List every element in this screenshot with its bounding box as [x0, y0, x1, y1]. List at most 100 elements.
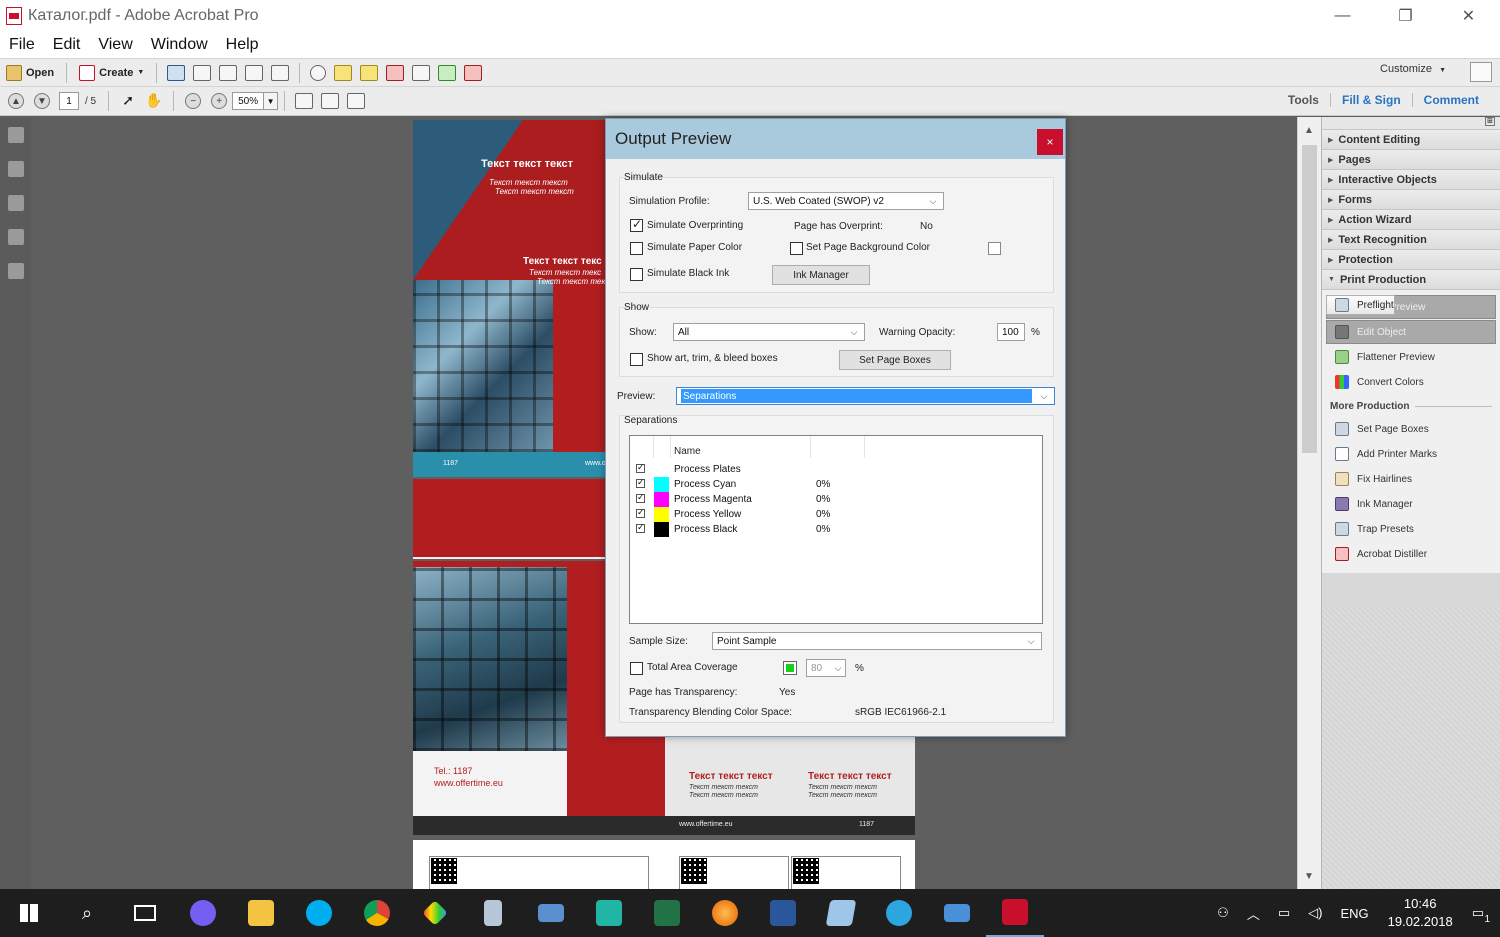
- people-icon[interactable]: ⚇: [1217, 905, 1229, 921]
- network-app[interactable]: [928, 889, 986, 937]
- ink-manager-button[interactable]: Ink Manager: [772, 265, 870, 285]
- search-document-icon[interactable]: [412, 64, 431, 81]
- signatures-icon[interactable]: [7, 263, 24, 279]
- coverage-color-swatch[interactable]: [783, 661, 797, 675]
- separation-row[interactable]: Process Black 0%: [630, 522, 1042, 537]
- close-icon[interactable]: ×: [1037, 129, 1063, 155]
- tool-add-printer-marks[interactable]: Add Printer Marks: [1326, 442, 1496, 466]
- simulate-paper-color-checkbox[interactable]: [630, 242, 643, 255]
- customize-menu[interactable]: Customize ▼: [1380, 63, 1446, 75]
- chevron-up-icon[interactable]: ︿: [1247, 904, 1260, 923]
- warning-opacity-input[interactable]: 100: [997, 323, 1025, 341]
- separation-row[interactable]: Process Magenta 0%: [630, 492, 1042, 507]
- section-content-editing[interactable]: ▶ Content Editing: [1322, 129, 1500, 149]
- zoom-dropdown-icon[interactable]: ▼: [264, 92, 279, 110]
- fit-page-icon[interactable]: [295, 93, 314, 109]
- menu-help[interactable]: Help: [217, 36, 268, 54]
- simulate-overprinting-checkbox[interactable]: [630, 217, 643, 232]
- separations-list[interactable]: Name Process Plates Process Cyan 0% Proc…: [629, 435, 1043, 624]
- page-number-input[interactable]: 1: [59, 92, 79, 110]
- tab-tools[interactable]: Tools: [1277, 93, 1330, 107]
- separation-checkbox[interactable]: [636, 522, 645, 533]
- section-text-recognition[interactable]: ▶ Text Recognition: [1322, 229, 1500, 249]
- total-area-coverage-checkbox[interactable]: [630, 662, 643, 675]
- scroll-down-icon[interactable]: ▼: [1304, 871, 1314, 882]
- zoom-in-icon[interactable]: +: [211, 93, 228, 109]
- minimize-button[interactable]: —: [1311, 0, 1374, 32]
- export-icon[interactable]: [438, 64, 457, 81]
- tool-trap-presets[interactable]: Trap Presets: [1326, 517, 1496, 541]
- file-explorer-app[interactable]: [232, 889, 290, 937]
- separation-row[interactable]: Process Plates: [630, 462, 1042, 477]
- expand-icon[interactable]: [1470, 62, 1492, 82]
- menu-file[interactable]: File: [0, 36, 44, 54]
- separation-row[interactable]: Process Cyan 0%: [630, 477, 1042, 492]
- document-scrollbar[interactable]: ▲ ▼: [1297, 117, 1321, 889]
- preview-select[interactable]: Separations ⌵: [676, 387, 1055, 405]
- attachments-icon[interactable]: [7, 195, 24, 211]
- tool-acrobat-distiller[interactable]: Acrobat Distiller: [1326, 542, 1496, 566]
- separation-checkbox[interactable]: [636, 462, 645, 473]
- tool-convert-colors[interactable]: Convert Colors: [1326, 370, 1496, 394]
- tool-ink-manager[interactable]: Ink Manager: [1326, 492, 1496, 516]
- skype-app[interactable]: [290, 889, 348, 937]
- close-window-button[interactable]: ✕: [1437, 0, 1500, 32]
- tab-comment[interactable]: Comment: [1411, 93, 1490, 107]
- separation-checkbox[interactable]: [636, 477, 645, 488]
- gear-icon[interactable]: [310, 64, 327, 81]
- panel-options-icon[interactable]: ⊞: [1485, 117, 1495, 126]
- chrome-app[interactable]: [348, 889, 406, 937]
- page-thumbnails-icon[interactable]: [7, 127, 24, 143]
- bg-color-swatch[interactable]: [988, 242, 1001, 255]
- firefox-app[interactable]: [696, 889, 754, 937]
- scroll-up-icon[interactable]: ▲: [1304, 125, 1314, 136]
- start-button[interactable]: [0, 889, 58, 937]
- excel-app[interactable]: [638, 889, 696, 937]
- section-interactive-objects[interactable]: ▶ Interactive Objects: [1322, 169, 1500, 189]
- tab-fill-sign[interactable]: Fill & Sign: [1329, 93, 1412, 107]
- section-print-production[interactable]: ▼ Print Production: [1322, 269, 1500, 289]
- set-page-bg-color-checkbox[interactable]: [790, 242, 803, 255]
- separation-checkbox[interactable]: [636, 492, 645, 503]
- edit-icon[interactable]: [245, 64, 264, 81]
- bookmarks-icon[interactable]: [7, 161, 24, 177]
- show-boxes-checkbox[interactable]: [630, 353, 643, 366]
- delete-pages-icon[interactable]: [386, 64, 405, 81]
- separation-row[interactable]: Process Yellow 0%: [630, 507, 1042, 522]
- telegram-app[interactable]: [870, 889, 928, 937]
- tool-fix-hairlines[interactable]: Fix Hairlines: [1326, 467, 1496, 491]
- hand-tool-icon[interactable]: ✋: [145, 93, 163, 109]
- tool-set-page-boxes[interactable]: Set Page Boxes: [1326, 417, 1496, 441]
- select-cursor-icon[interactable]: ➚: [119, 93, 137, 109]
- network-icon[interactable]: ▭: [1278, 905, 1290, 921]
- word-app[interactable]: [754, 889, 812, 937]
- next-page-icon[interactable]: ▼: [34, 93, 50, 109]
- tool-flattener-preview[interactable]: Flattener Preview: [1326, 345, 1496, 369]
- search-button[interactable]: ⌕: [58, 889, 116, 937]
- menu-view[interactable]: View: [89, 36, 141, 54]
- simulation-profile-select[interactable]: U.S. Web Coated (SWOP) v2 ⌵: [748, 192, 944, 210]
- stamp-icon[interactable]: [464, 64, 483, 81]
- computer-app[interactable]: [522, 889, 580, 937]
- dialog-title-bar[interactable]: Output Preview ×: [606, 119, 1065, 159]
- scrollbar-thumb[interactable]: [1302, 145, 1317, 453]
- fit-width-icon[interactable]: [321, 93, 340, 109]
- create-button[interactable]: Create ▼: [73, 62, 150, 84]
- notification-icon[interactable]: ▭ 1: [1472, 905, 1490, 925]
- zoom-out-icon[interactable]: −: [185, 93, 202, 109]
- print-icon[interactable]: [219, 64, 238, 81]
- menu-window[interactable]: Window: [142, 36, 217, 54]
- clock[interactable]: 10:46 19.02.2018: [1388, 895, 1453, 931]
- scroll-mode-icon[interactable]: [347, 93, 366, 109]
- open-button[interactable]: Open: [0, 62, 60, 84]
- zoom-level-input[interactable]: 50%: [232, 92, 265, 110]
- archive-app[interactable]: [464, 889, 522, 937]
- set-page-boxes-button[interactable]: Set Page Boxes: [839, 350, 951, 370]
- sample-size-select[interactable]: Point Sample ⌵: [712, 632, 1042, 650]
- section-protection[interactable]: ▶ Protection: [1322, 249, 1500, 269]
- app-launcher[interactable]: [406, 889, 464, 937]
- task-view-button[interactable]: [116, 889, 174, 937]
- photo-app[interactable]: [580, 889, 638, 937]
- section-forms[interactable]: ▶ Forms: [1322, 189, 1500, 209]
- coverage-select[interactable]: 80 ⌵: [806, 659, 846, 677]
